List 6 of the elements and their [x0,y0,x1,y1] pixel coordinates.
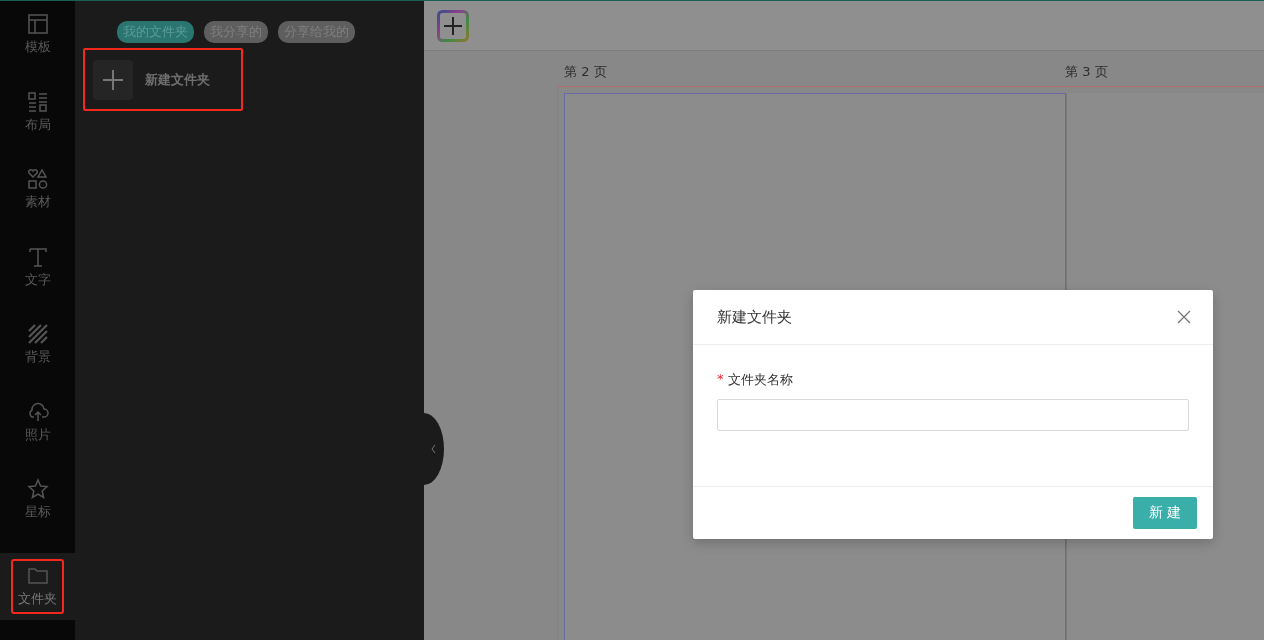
dialog-title: 新建文件夹 [717,307,792,327]
page-label: 第 2 页 [564,63,608,81]
page-label: 第 3 页 [1065,63,1109,81]
new-folder-label: 新建文件夹 [145,70,210,89]
field-label: 文件夹名称 [727,371,793,389]
required-mark: * [717,371,724,388]
